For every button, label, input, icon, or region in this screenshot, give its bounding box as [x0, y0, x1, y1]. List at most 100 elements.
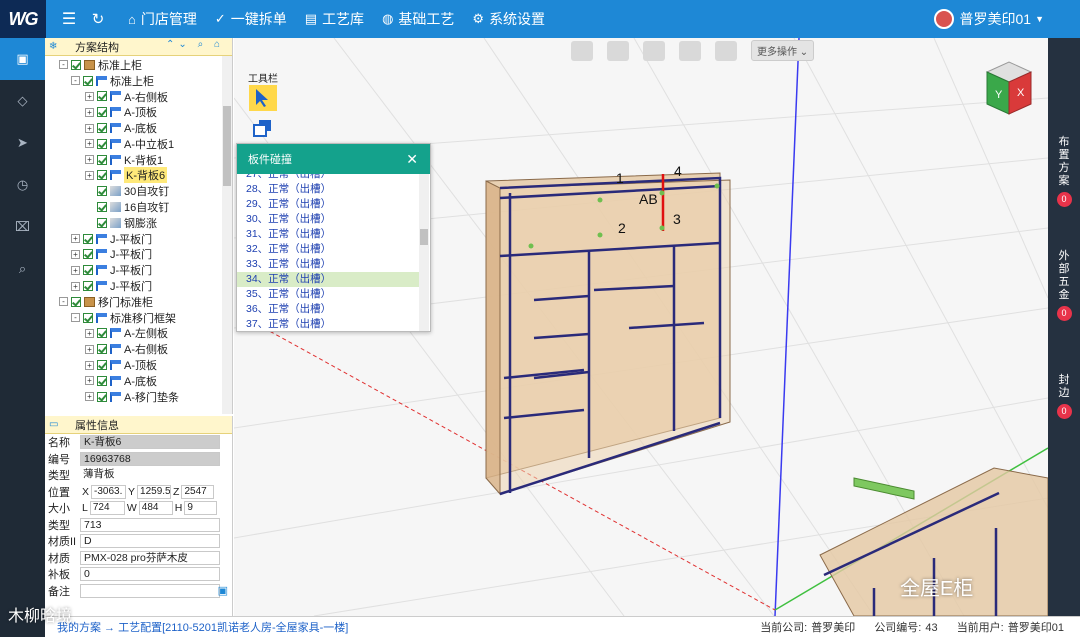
visibility-checkbox[interactable]	[97, 375, 107, 386]
visibility-checkbox[interactable]	[97, 107, 107, 118]
collision-list-item[interactable]: 33、正常（出槽）	[237, 257, 420, 272]
external-hardware-tab[interactable]: 外部五金 0	[1048, 250, 1080, 321]
visibility-checkbox[interactable]	[97, 344, 107, 355]
prop-code[interactable]: 16963768	[80, 451, 220, 466]
save-view-icon[interactable]	[571, 40, 593, 61]
expand-icon[interactable]: +	[85, 328, 94, 338]
expand-icon[interactable]: +	[85, 170, 94, 180]
tree-item[interactable]: + J-平板门	[45, 278, 232, 294]
stamp-icon[interactable]: ⌧	[0, 206, 45, 248]
visibility-checkbox[interactable]	[83, 75, 93, 86]
visibility-checkbox[interactable]	[97, 170, 107, 181]
tree-item[interactable]: + A-顶板	[45, 104, 232, 120]
tree-item[interactable]: - 标准上柜	[45, 57, 232, 73]
size-w-field[interactable]: 484	[138, 501, 173, 516]
fullscreen-icon[interactable]	[679, 40, 701, 61]
collision-list-item[interactable]: 35、正常（出槽）	[237, 287, 420, 302]
visibility-checkbox[interactable]	[83, 312, 93, 323]
copy-tool-button[interactable]	[251, 117, 275, 139]
diamond-icon[interactable]: ◇	[0, 80, 45, 122]
refresh-icon[interactable]: ↻	[86, 10, 110, 28]
size-h-field[interactable]: 9	[184, 501, 218, 516]
tree-item[interactable]: + A-顶板	[45, 357, 232, 373]
expand-icon[interactable]: +	[85, 107, 94, 117]
pos-y-field[interactable]: 1259.5	[137, 484, 172, 499]
visibility-checkbox[interactable]	[83, 233, 93, 244]
tree-item[interactable]: + A-右侧板	[45, 89, 232, 105]
clock-icon[interactable]: ◷	[0, 164, 45, 206]
image-icon[interactable]: ▣	[0, 38, 45, 80]
expand-icon[interactable]: +	[85, 392, 94, 402]
nav-store-management[interactable]: ⌂ 门店管理	[128, 9, 197, 29]
visibility-checkbox[interactable]	[71, 59, 81, 70]
expand-icon[interactable]: +	[71, 234, 80, 244]
visibility-checkbox[interactable]	[71, 296, 81, 307]
layers-icon[interactable]	[643, 40, 665, 61]
visibility-checkbox[interactable]	[97, 391, 107, 402]
user-menu[interactable]: 普罗美印01 ▼	[933, 0, 1044, 38]
tree-item[interactable]: 钢膨涨	[45, 215, 232, 231]
tree-item[interactable]: 16自攻钉	[45, 199, 232, 215]
visibility-checkbox[interactable]	[97, 217, 107, 228]
prop-material[interactable]: PMX-028 pro芬萨木皮	[80, 550, 220, 565]
visibility-checkbox[interactable]	[83, 249, 93, 260]
expand-icon[interactable]: +	[85, 376, 94, 386]
search-icon[interactable]: ⌕	[0, 248, 45, 290]
nav-basic-process[interactable]: ◍ 基础工艺	[382, 9, 454, 29]
prop-note[interactable]	[80, 583, 220, 598]
tree-item[interactable]: + J-平板门	[45, 247, 232, 263]
visibility-checkbox[interactable]	[97, 91, 107, 102]
expand-icon[interactable]: +	[85, 360, 94, 370]
nav-system-settings[interactable]: ⚙ 系统设置	[472, 9, 545, 29]
collision-list-item[interactable]: 37、正常（出槽）	[237, 317, 420, 331]
layout-plan-tab[interactable]: 布置方案 0	[1048, 136, 1080, 207]
collision-list-item[interactable]: 30、正常（出槽）	[237, 212, 420, 227]
visibility-checkbox[interactable]	[97, 138, 107, 149]
tree-tools[interactable]: ⌃⌄ ⌕ ⌂	[166, 39, 224, 50]
expand-icon[interactable]: +	[71, 281, 80, 291]
tree-item[interactable]: + A-左侧板	[45, 326, 232, 342]
visibility-checkbox[interactable]	[97, 123, 107, 134]
collision-list-item[interactable]: 34、正常（出槽）	[237, 272, 420, 287]
nav-process-library[interactable]: ▤ 工艺库	[305, 9, 364, 29]
tree-item[interactable]: 30自攻钉	[45, 183, 232, 199]
visibility-checkbox[interactable]	[97, 202, 107, 213]
visibility-checkbox[interactable]	[97, 328, 107, 339]
tree-item[interactable]: + A-中立板1	[45, 136, 232, 152]
tree-item[interactable]: - 标准移门框架	[45, 310, 232, 326]
collision-list-item[interactable]: 31、正常（出槽）	[237, 227, 420, 242]
send-icon[interactable]: ➤	[0, 122, 45, 164]
prop-name[interactable]: K-背板6	[80, 435, 220, 450]
collapse-icon[interactable]: -	[71, 76, 80, 86]
collision-scrollbar[interactable]	[419, 174, 429, 331]
tree-item[interactable]: + K-背板1	[45, 152, 232, 168]
collision-list-item[interactable]: 28、正常（出槽）	[237, 182, 420, 197]
tree-item[interactable]: + J-平板门	[45, 262, 232, 278]
tree-item[interactable]: + A-底板	[45, 120, 232, 136]
target-icon[interactable]	[607, 40, 629, 61]
collapse-icon[interactable]: -	[59, 297, 68, 307]
select-tool-button[interactable]	[249, 85, 277, 111]
tree-item[interactable]: - 标准上柜	[45, 73, 232, 89]
expand-icon[interactable]: +	[85, 344, 94, 354]
tree-item[interactable]: + J-平板门	[45, 231, 232, 247]
collision-list-item[interactable]: 32、正常（出槽）	[237, 242, 420, 257]
collision-list-item[interactable]: 29、正常（出槽）	[237, 197, 420, 212]
visibility-checkbox[interactable]	[83, 281, 93, 292]
tree-item[interactable]: - 移门标准柜	[45, 294, 232, 310]
expand-icon[interactable]: +	[85, 139, 94, 149]
expand-icon[interactable]: +	[71, 249, 80, 259]
pos-x-field[interactable]: -3063.	[91, 484, 127, 499]
tree-item[interactable]: + A-底板	[45, 373, 232, 389]
more-operations-button[interactable]: 更多操作 ⌄	[751, 40, 815, 61]
prop-material2[interactable]: D	[80, 534, 220, 549]
expand-icon[interactable]: +	[71, 265, 80, 275]
prop-patch[interactable]: 0	[80, 567, 220, 582]
expand-icon[interactable]: +	[85, 155, 94, 165]
visibility-checkbox[interactable]	[97, 186, 107, 197]
tree-scrollbar[interactable]	[222, 56, 232, 414]
visibility-checkbox[interactable]	[97, 154, 107, 165]
tree-item[interactable]: + A-右侧板	[45, 341, 232, 357]
collision-list-item[interactable]: 27、正常（出槽）	[237, 174, 420, 182]
save-icon[interactable]: ▣	[218, 584, 228, 597]
